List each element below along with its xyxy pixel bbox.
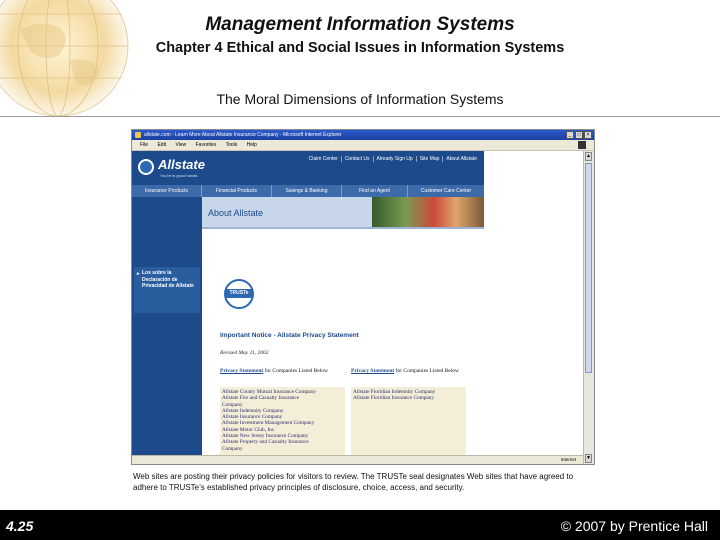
link-contact-us[interactable]: Contact Us — [340, 156, 373, 162]
scroll-up-icon[interactable]: ▲ — [585, 152, 592, 161]
vertical-scrollbar[interactable]: ▲ ▼ — [583, 151, 594, 464]
left-sidebar: ▸ Los sobre la Declaración de Privacidad… — [132, 197, 202, 464]
menu-help[interactable]: Help — [247, 142, 257, 148]
about-banner: About Allstate — [202, 197, 484, 227]
browser-window: allstate.com - Learn More About Allstate… — [131, 129, 595, 465]
good-hands-icon — [138, 159, 154, 175]
maximize-icon[interactable]: □ — [575, 131, 583, 139]
col1-privacy-link[interactable]: Privacy Statement — [220, 368, 263, 374]
slide-subtitle: Chapter 4 Ethical and Social Issues in I… — [155, 40, 565, 56]
scroll-thumb[interactable] — [585, 163, 592, 373]
menu-file[interactable]: File — [140, 142, 148, 148]
truste-label: TRUSTe — [226, 289, 252, 298]
col2-privacy-link[interactable]: Privacy Statement — [351, 368, 394, 374]
link-claim-center[interactable]: Claim Center — [306, 156, 341, 162]
browser-titlebar: allstate.com - Learn More About Allstate… — [132, 130, 594, 140]
page-viewport: Allstate You're in good hands. Claim Cen… — [132, 151, 584, 464]
nav-find-agent[interactable]: Find an Agent — [342, 185, 408, 197]
menu-view[interactable]: View — [175, 142, 186, 148]
figure-caption: Web sites are posting their privacy poli… — [133, 472, 574, 492]
close-icon[interactable]: × — [584, 131, 592, 139]
allstate-logo[interactable]: Allstate You're in good hands. — [138, 157, 218, 181]
windows-logo-icon — [578, 141, 586, 149]
nav-insurance-products[interactable]: Insurance Products — [132, 185, 202, 197]
ie-icon — [135, 132, 141, 138]
banner-divider — [202, 227, 484, 229]
list-item: Allstate Floridian Insurance Company — [353, 395, 435, 402]
notice-title: Important Notice - Allstate Privacy Stat… — [220, 332, 359, 339]
spanish-privacy-link[interactable]: ▸ Los sobre la Declaración de Privacidad… — [134, 267, 200, 313]
col2-header-rest: for Companies Listed Below — [395, 368, 460, 374]
link-site-map[interactable]: Site Map — [415, 156, 443, 162]
truste-seal[interactable]: TRUSTe — [220, 279, 260, 311]
menu-favorites[interactable]: Favorites — [196, 142, 217, 148]
slide-number: 4.25 — [6, 518, 34, 534]
top-links: Claim Center Contact Us Already Sign Up Sit… — [306, 156, 480, 162]
nav-financial-products[interactable]: Financial Products — [202, 185, 272, 197]
section-heading: The Moral Dimensions of Information Syst… — [216, 91, 504, 107]
menu-edit[interactable]: Edit — [157, 142, 166, 148]
scroll-down-icon[interactable]: ▼ — [585, 454, 592, 463]
browser-title: allstate.com - Learn More About Allstate… — [144, 132, 342, 138]
banner-title: About Allstate — [208, 208, 264, 218]
header-divider — [0, 116, 720, 117]
col1-header: Privacy Statement for Companies Listed B… — [220, 368, 340, 375]
brand-name: Allstate — [158, 157, 205, 172]
col2-header: Privacy Statement for Companies Listed B… — [351, 368, 471, 375]
arrow-right-icon: ▸ — [137, 271, 140, 277]
spanish-privacy-label: Los sobre la Declaración de Privacidad d… — [142, 270, 194, 289]
menu-tools[interactable]: Tools — [226, 142, 238, 148]
nav-savings-banking[interactable]: Savings & Banking — [272, 185, 342, 197]
link-sign-up[interactable]: Already Sign Up — [372, 156, 416, 162]
slide-title: Management Information Systems — [205, 14, 515, 35]
col1-company-list: Allstate County Mutual Insurance Company… — [220, 387, 345, 464]
banner-photo — [372, 197, 484, 227]
browser-menubar: File Edit View Favorites Tools Help — [132, 140, 594, 151]
copyright: © 2007 by Prentice Hall — [560, 518, 708, 534]
site-header: Allstate You're in good hands. Claim Cen… — [132, 151, 484, 185]
site-nav: Insurance Products Financial Products Sa… — [132, 185, 484, 197]
browser-statusbar: Internet — [132, 455, 584, 464]
nav-customer-care[interactable]: Customer Care Center — [408, 185, 484, 197]
link-about-allstate[interactable]: About Allstate — [442, 156, 480, 162]
brand-tagline: You're in good hands. — [160, 173, 199, 178]
list-item: Company — [222, 445, 243, 452]
col2-company-list: Allstate Floridian Indemnity Company All… — [351, 387, 466, 464]
status-zone: Internet — [560, 457, 576, 462]
revised-date: Revised May 11, 2002 — [220, 350, 269, 356]
slide-footer: 4.25 © 2007 by Prentice Hall — [0, 510, 720, 540]
col1-header-rest: for Companies Listed Below — [264, 368, 329, 374]
minimize-icon[interactable]: _ — [566, 131, 574, 139]
